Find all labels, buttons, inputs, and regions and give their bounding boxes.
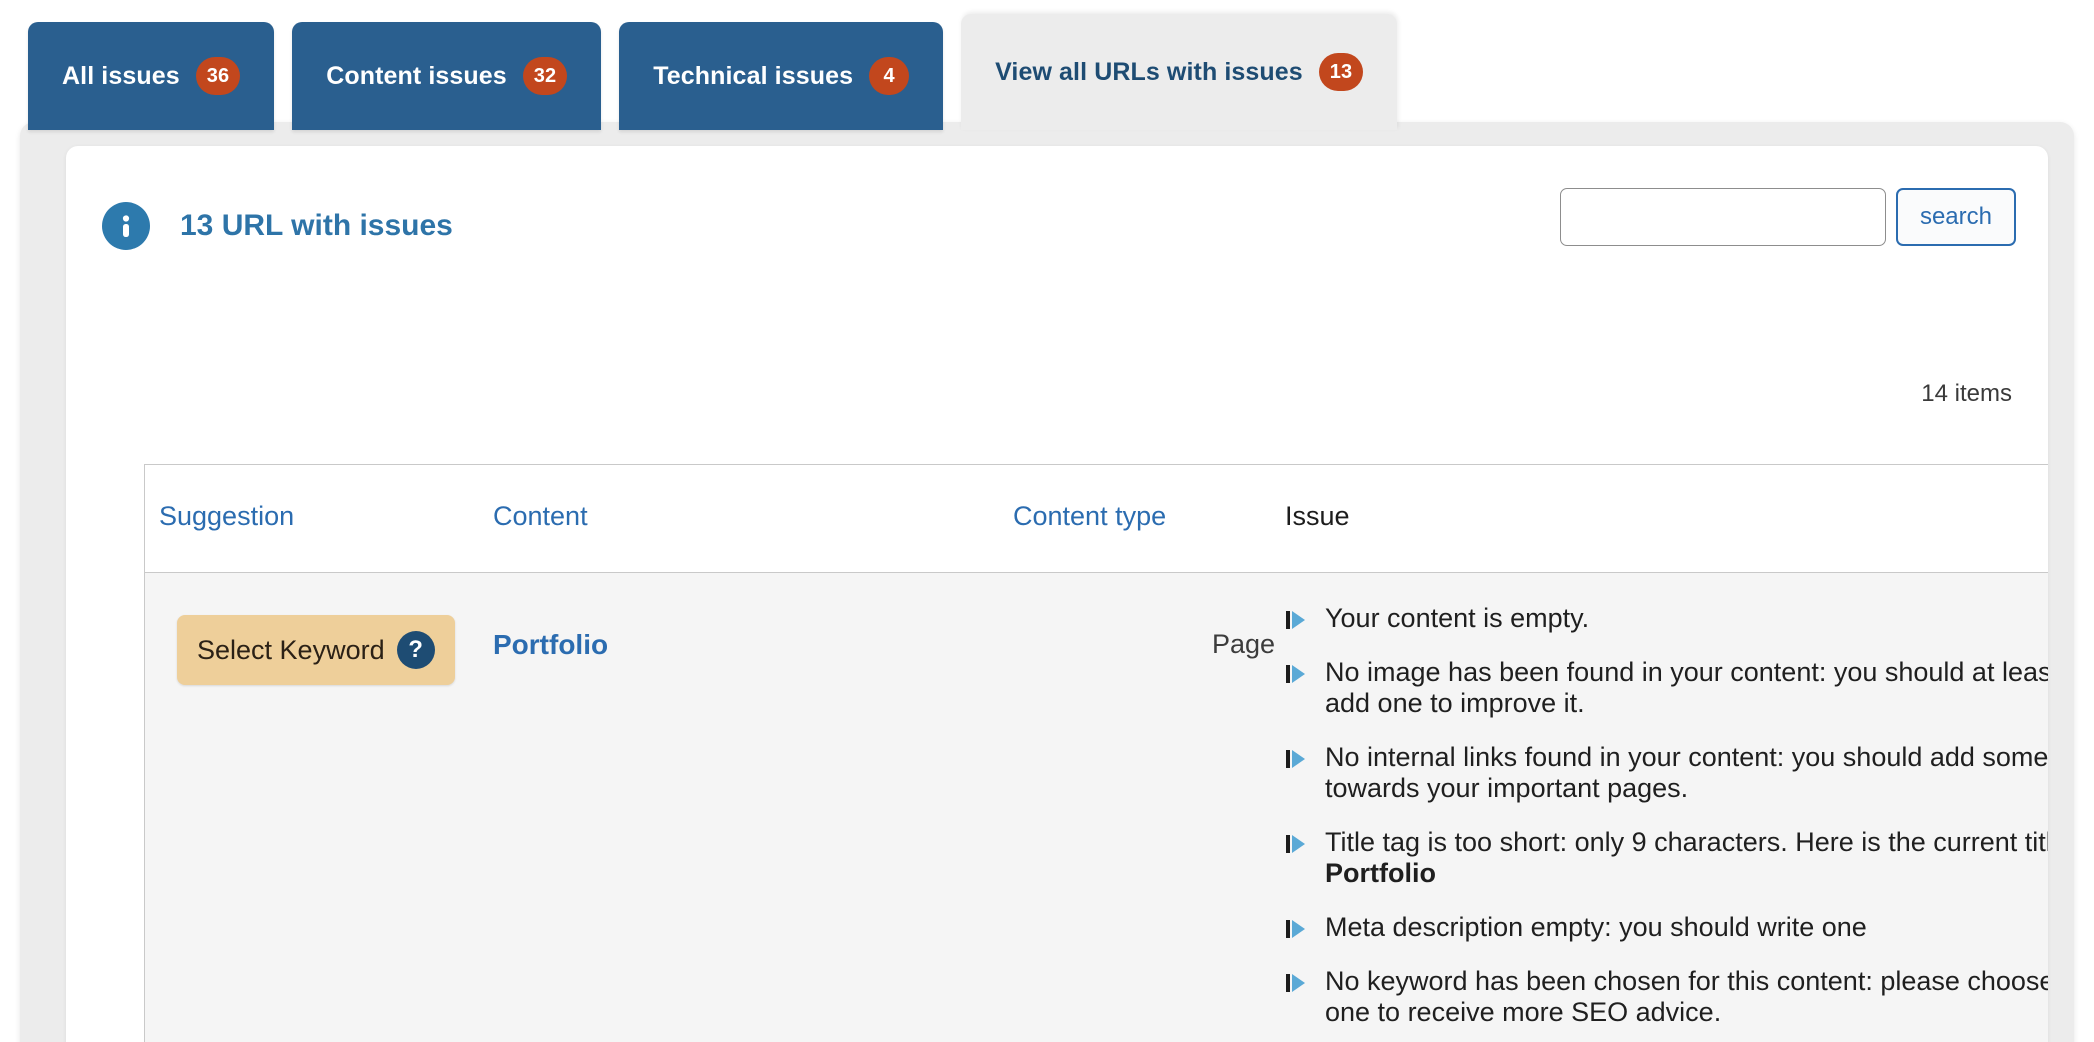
issue-list-item: No image has been found in your content:… bbox=[1285, 657, 2048, 720]
cell-content-type: Page bbox=[1013, 603, 1285, 1042]
issue-text: Your content is empty. bbox=[1325, 603, 1590, 633]
urls-with-issues-card: 13 URL with issues search 14 items Sugge… bbox=[66, 146, 2048, 1042]
column-header-suggestion[interactable]: Suggestion bbox=[145, 501, 493, 532]
cell-suggestion: Select Keyword? bbox=[145, 603, 493, 1042]
table-header-row: Suggestion Content Content type Issue bbox=[145, 465, 2048, 573]
cell-content: Portfolio bbox=[493, 603, 1013, 1042]
tab-view-all-urls-with-issues[interactable]: View all URLs with issues 13 bbox=[961, 14, 1398, 130]
issue-text: Meta description empty: you should write… bbox=[1325, 912, 1867, 943]
issue-text: Title tag is too short: only 9 character… bbox=[1325, 826, 2048, 857]
content-type-value: Page bbox=[1211, 629, 1275, 659]
column-header-issue: Issue bbox=[1285, 501, 1350, 531]
tab-count-badge: 13 bbox=[1318, 53, 1364, 91]
select-keyword-button[interactable]: Select Keyword? bbox=[177, 615, 455, 685]
issue-text: No internal links found in your content:… bbox=[1325, 741, 2048, 804]
tab-label: View all URLs with issues bbox=[995, 57, 1303, 86]
search-area: search bbox=[1559, 188, 2016, 246]
column-header-content-type[interactable]: Content type bbox=[1013, 501, 1285, 532]
cell-issues: Your content is empty. No image has been … bbox=[1285, 603, 2048, 1042]
issue-list-item: Your content is empty. bbox=[1285, 603, 2048, 635]
table-row: Select Keyword? Portfolio Page Your content… bbox=[145, 573, 2048, 1042]
tab-content-panel: 13 URL with issues search 14 items Sugge… bbox=[20, 122, 2074, 1042]
search-button[interactable]: search bbox=[1895, 188, 2016, 246]
tab-count-badge: 4 bbox=[869, 57, 910, 95]
column-header-content[interactable]: Content bbox=[493, 501, 1013, 532]
tab-technical-issues[interactable]: Technical issues 4 bbox=[619, 22, 944, 130]
page-title: 13 URL with issues bbox=[180, 209, 453, 242]
issue-text: No image has been found in your content:… bbox=[1325, 656, 2048, 719]
card-header: 13 URL with issues search 14 items bbox=[66, 146, 2048, 407]
table-body: Select Keyword? Portfolio Page Your content… bbox=[145, 573, 2048, 1042]
tab-count-badge: 36 bbox=[195, 57, 241, 95]
item-count: 14 items bbox=[1921, 380, 2012, 407]
issue-list-item: No keyword has been chosen for this cont… bbox=[1285, 966, 2048, 1029]
tab-count-badge: 32 bbox=[522, 57, 568, 95]
play-arrow-bullet-icon bbox=[1285, 661, 1309, 687]
issue-tabs: All issues 36 Content issues 32 Technical is… bbox=[0, 0, 2094, 130]
tab-label: Technical issues bbox=[653, 61, 854, 90]
tab-label: All issues bbox=[62, 61, 180, 90]
issue-text: No keyword has been chosen for this cont… bbox=[1325, 965, 2048, 1028]
tab-label: Content issues bbox=[326, 61, 507, 90]
issue-text-emphasis: Portfolio bbox=[1325, 858, 1436, 889]
play-arrow-bullet-icon bbox=[1285, 970, 1309, 996]
play-arrow-bullet-icon bbox=[1285, 607, 1309, 633]
issue-list-item: Title tag is too short: only 9 character… bbox=[1285, 827, 2048, 890]
play-arrow-bullet-icon bbox=[1285, 746, 1309, 772]
tab-all-issues[interactable]: All issues 36 bbox=[28, 22, 275, 130]
help-icon[interactable]: ? bbox=[396, 631, 435, 669]
title-row: 13 URL with issues bbox=[102, 202, 453, 250]
play-arrow-bullet-icon bbox=[1285, 916, 1309, 942]
issue-list-item: No internal links found in your content:… bbox=[1285, 742, 2048, 805]
issue-list-item: Meta description empty: you should write… bbox=[1285, 912, 2048, 944]
tab-content-issues[interactable]: Content issues 32 bbox=[292, 22, 602, 130]
issues-table: Suggestion Content Content type Issue Selec… bbox=[144, 464, 2048, 1042]
screen: All issues 36 Content issues 32 Technical is… bbox=[0, 0, 2094, 1042]
info-icon bbox=[102, 202, 150, 250]
content-link[interactable]: Portfolio bbox=[493, 629, 608, 661]
search-input[interactable] bbox=[1559, 188, 1886, 246]
select-keyword-label: Select Keyword bbox=[197, 634, 385, 665]
play-arrow-bullet-icon bbox=[1285, 831, 1309, 857]
issue-list: Your content is empty. No image has been … bbox=[1285, 603, 2048, 1029]
